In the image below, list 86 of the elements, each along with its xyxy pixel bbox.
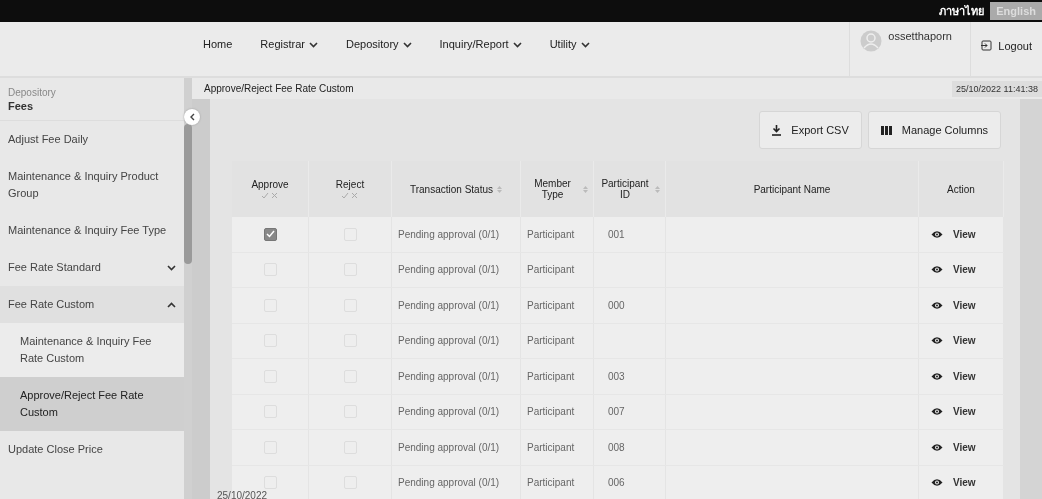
sidebar-item[interactable]: Maintenance & Inquiry Fee Rate Custom — [0, 323, 185, 377]
table-cell: Participant — [527, 477, 575, 489]
table-cell: Participant — [527, 264, 575, 276]
sidebar-title: Fees — [0, 98, 185, 121]
table-cell: 008 — [608, 441, 625, 453]
sidebar-item[interactable]: Fee Rate Custom — [0, 286, 185, 323]
nav-menu-item[interactable]: Home — [203, 38, 233, 76]
chevron-down-icon — [512, 42, 522, 48]
table-cell: Participant — [527, 370, 575, 382]
toolbar-button[interactable]: Export CSV — [759, 111, 862, 149]
checkbox[interactable] — [263, 227, 277, 241]
view-button[interactable]: View — [919, 477, 976, 489]
user-avatar-icon — [860, 30, 883, 52]
eye-icon — [931, 336, 943, 346]
sort-icon[interactable] — [655, 184, 660, 194]
table-cell: Participant — [527, 228, 575, 240]
check-cross-icon[interactable] — [261, 192, 279, 199]
chevron-down-icon — [308, 42, 318, 48]
check-cross-icon[interactable] — [341, 192, 359, 199]
nav-menu-item[interactable]: Registrar — [260, 38, 318, 76]
table-cell: Participant — [527, 335, 575, 347]
column-label: Member Type — [533, 178, 572, 200]
nav-menu-item[interactable]: Depository — [345, 38, 412, 76]
chevron-down-icon — [580, 42, 590, 48]
eye-icon — [931, 371, 943, 381]
datetime: 25/10/2022 11:41:38 — [952, 80, 1042, 97]
chevron-up-icon — [167, 301, 177, 308]
chevron-left-icon — [189, 113, 195, 121]
toolbar-button[interactable]: Manage Columns — [867, 111, 1001, 149]
table-cell: Pending approval (0/1) — [398, 299, 500, 311]
column-label: Approve — [251, 179, 289, 190]
table-cell: Pending approval (0/1) — [398, 441, 500, 453]
username: ossetthaporn — [888, 30, 952, 44]
sidebar-item[interactable]: Update Close Price — [0, 431, 185, 468]
eye-icon — [931, 442, 943, 452]
column-label: Participant ID — [600, 178, 650, 200]
eye-icon — [931, 407, 943, 417]
nav-menu-item[interactable]: Inquiry/Report — [439, 38, 522, 76]
column-label: Transaction Status — [410, 183, 493, 195]
view-button[interactable]: View — [919, 406, 976, 418]
chevron-down-icon — [167, 264, 177, 271]
table-cell: Pending approval (0/1) — [398, 477, 500, 489]
footer-date: 25/10/2022 — [217, 490, 268, 499]
view-button[interactable]: View — [919, 335, 976, 347]
view-button[interactable]: View — [919, 370, 976, 382]
table-cell: Participant — [527, 406, 575, 418]
table-cell: 000 — [608, 299, 625, 311]
eye-icon — [931, 265, 943, 275]
sidebar-item[interactable]: Maintenance & Inquiry Product Group — [0, 158, 185, 212]
table-cell: Participant — [527, 441, 575, 453]
view-button[interactable]: View — [919, 264, 976, 276]
language-tab[interactable]: ภาษาไทย — [933, 0, 991, 23]
eye-icon — [931, 478, 943, 488]
sidebar-item[interactable]: Approve/Reject Fee Rate Custom — [0, 377, 185, 431]
table-cell: 007 — [608, 406, 625, 418]
nav-menu-item[interactable]: Utility — [549, 38, 590, 76]
sidebar-section-label: Depository — [7, 86, 57, 98]
sort-icon[interactable] — [583, 184, 588, 194]
logout-button[interactable]: Logout — [970, 22, 1042, 76]
columns-icon — [880, 125, 892, 135]
sidebar-item[interactable]: Adjust Fee Daily — [0, 121, 185, 158]
logout-icon — [981, 40, 993, 51]
table-cell: Pending approval (0/1) — [398, 335, 500, 347]
table-cell: Pending approval (0/1) — [398, 406, 500, 418]
eye-icon — [931, 300, 943, 310]
column-label: Reject — [335, 179, 365, 190]
table-cell: 006 — [608, 477, 625, 489]
sort-icon[interactable] — [497, 184, 502, 194]
table-cell: Pending approval (0/1) — [398, 264, 500, 276]
sidebar-item[interactable]: Maintenance & Inquiry Fee Type — [0, 212, 185, 249]
scrollbar[interactable] — [184, 78, 192, 499]
table-cell: 001 — [608, 228, 625, 240]
table-cell: Pending approval (0/1) — [398, 370, 500, 382]
chevron-down-icon — [402, 42, 412, 48]
view-button[interactable]: View — [919, 228, 976, 240]
view-button[interactable]: View — [919, 299, 976, 311]
table-cell: 003 — [608, 370, 625, 382]
page-title: Approve/Reject Fee Rate Custom — [204, 83, 354, 94]
column-label: Participant Name — [753, 183, 831, 195]
table-cell: Participant — [527, 299, 575, 311]
sidebar-item[interactable]: Fee Rate Standard — [0, 249, 185, 286]
column-label: Action — [947, 183, 975, 195]
download-icon — [772, 124, 782, 136]
eye-icon — [931, 229, 943, 239]
view-button[interactable]: View — [919, 441, 976, 453]
table-cell: Pending approval (0/1) — [398, 228, 500, 240]
